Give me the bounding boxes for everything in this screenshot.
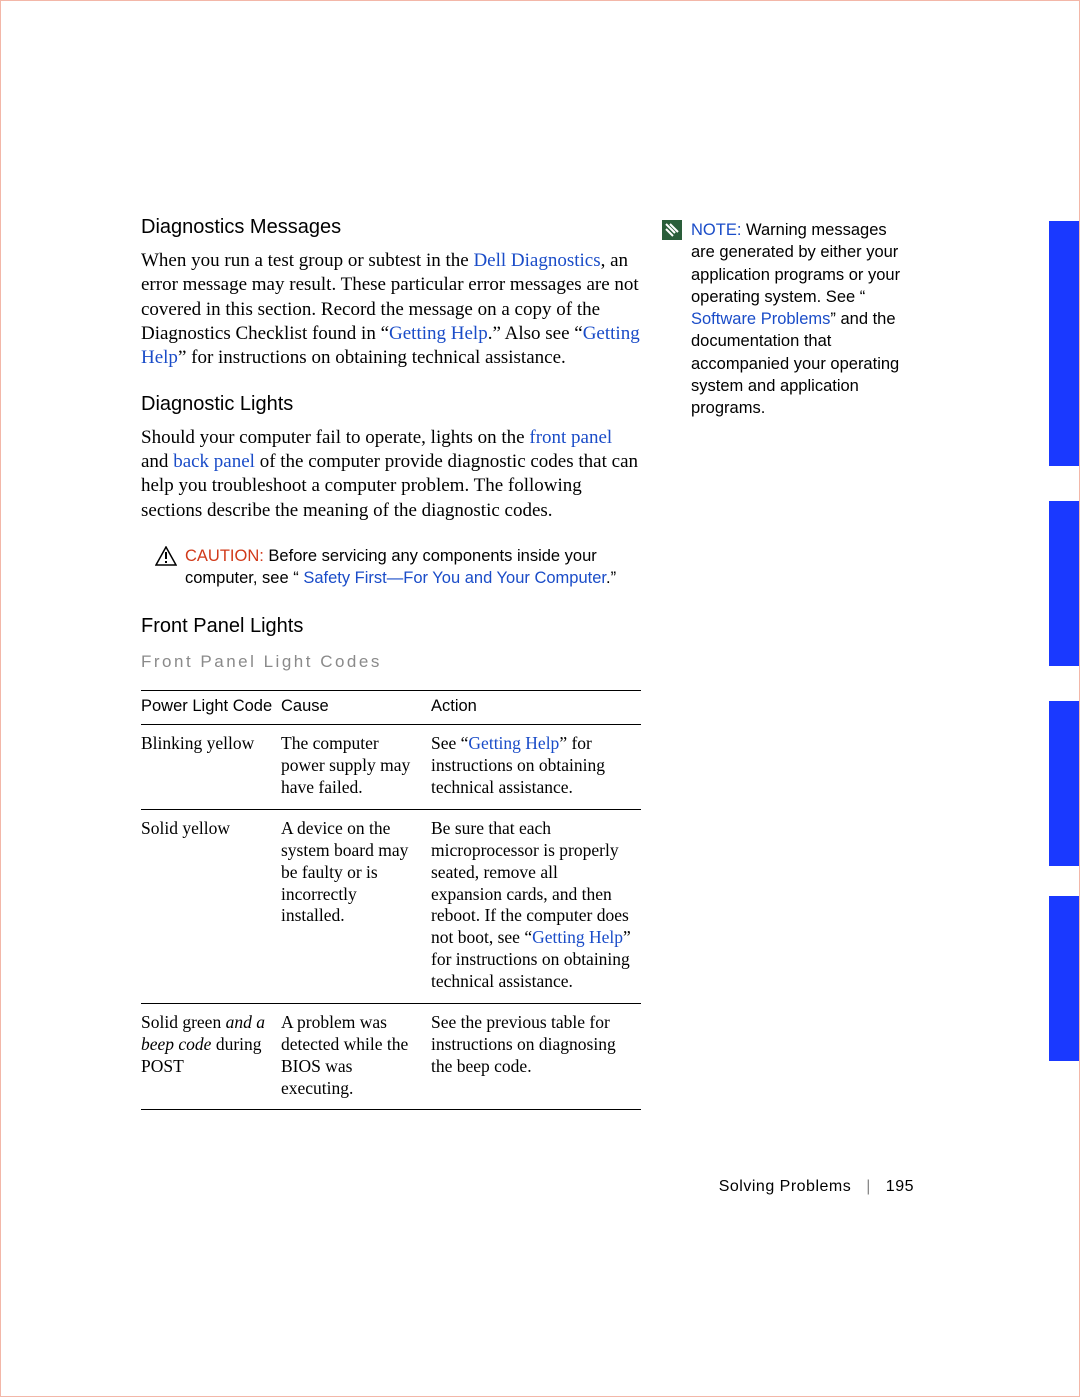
text: and [141,451,173,472]
text: .” Also see “ [488,323,583,344]
heading-front-panel-lights: Front Panel Lights [141,615,641,638]
edge-tab [1049,896,1079,1061]
text: .” [606,569,616,587]
text: ” for instructions on obtaining technica… [178,347,566,368]
link-back-panel[interactable]: back panel [173,451,255,472]
page-footer: Solving Problems | 195 [719,1178,914,1196]
footer-separator: | [856,1178,881,1195]
footer-section: Solving Problems [719,1178,852,1195]
col-power-light-code: Power Light Code [141,691,281,725]
cell-code: Solid green and a beep code during POST [141,1003,281,1110]
note-label: NOTE: [691,221,741,239]
link-getting-help[interactable]: Getting Help [389,323,488,344]
cell-cause: A problem was detected while the BIOS wa… [281,1003,431,1110]
table-row: Solid green and a beep code during POST … [141,1003,641,1110]
subheading-front-panel-light-codes: Front Panel Light Codes [141,652,641,672]
footer-page-number: 195 [886,1178,914,1195]
cell-action: See “Getting Help” for instructions on o… [431,725,641,810]
edge-tab [1049,501,1079,666]
link-safety-first[interactable]: Safety First—For You and Your Computer [303,569,606,587]
note-text: NOTE: Warning messages are generated by … [691,219,911,419]
edge-tab [1049,221,1079,466]
table-row: Blinking yellow The computer power suppl… [141,725,641,810]
caution-block: CAUTION: Before servicing any components… [155,545,641,590]
para-diagnostic-lights: Should your computer fail to operate, li… [141,426,641,523]
text: When you run a test group or subtest in … [141,250,473,271]
link-getting-help[interactable]: Getting Help [468,733,559,753]
text: Should your computer fail to operate, li… [141,427,529,448]
text: See “ [431,733,468,753]
col-cause: Cause [281,691,431,725]
para-diagnostics-messages: When you run a test group or subtest in … [141,249,641,371]
heading-diagnostics-messages: Diagnostics Messages [141,216,641,239]
heading-diagnostic-lights: Diagnostic Lights [141,393,641,416]
caution-text: CAUTION: Before servicing any components… [185,545,635,590]
note-block: NOTE: Warning messages are generated by … [661,219,911,419]
edge-tab [1049,701,1079,866]
cell-code: Blinking yellow [141,725,281,810]
page: Diagnostics Messages When you run a test… [0,0,1080,1397]
text: Solid green [141,1012,226,1032]
cell-code: Solid yellow [141,809,281,1003]
table-row: Solid yellow A device on the system boar… [141,809,641,1003]
cell-cause: A device on the system board may be faul… [281,809,431,1003]
main-column: Diagnostics Messages When you run a test… [141,216,641,1110]
note-icon [661,219,683,246]
cell-action: See the previous table for instructions … [431,1003,641,1110]
table-header-row: Power Light Code Cause Action [141,691,641,725]
link-front-panel[interactable]: front panel [529,427,612,448]
table-front-panel-light-codes: Power Light Code Cause Action Blinking y… [141,690,641,1110]
caution-icon [155,546,177,571]
link-software-problems[interactable]: Software Problems [691,310,830,328]
caution-label: CAUTION: [185,547,264,565]
edge-tabs [1049,221,1079,1096]
cell-cause: The computer power supply may have faile… [281,725,431,810]
col-action: Action [431,691,641,725]
link-dell-diagnostics[interactable]: Dell Diagnostics [473,250,600,271]
cell-action: Be sure that each microprocessor is prop… [431,809,641,1003]
link-getting-help[interactable]: Getting Help [532,927,623,947]
